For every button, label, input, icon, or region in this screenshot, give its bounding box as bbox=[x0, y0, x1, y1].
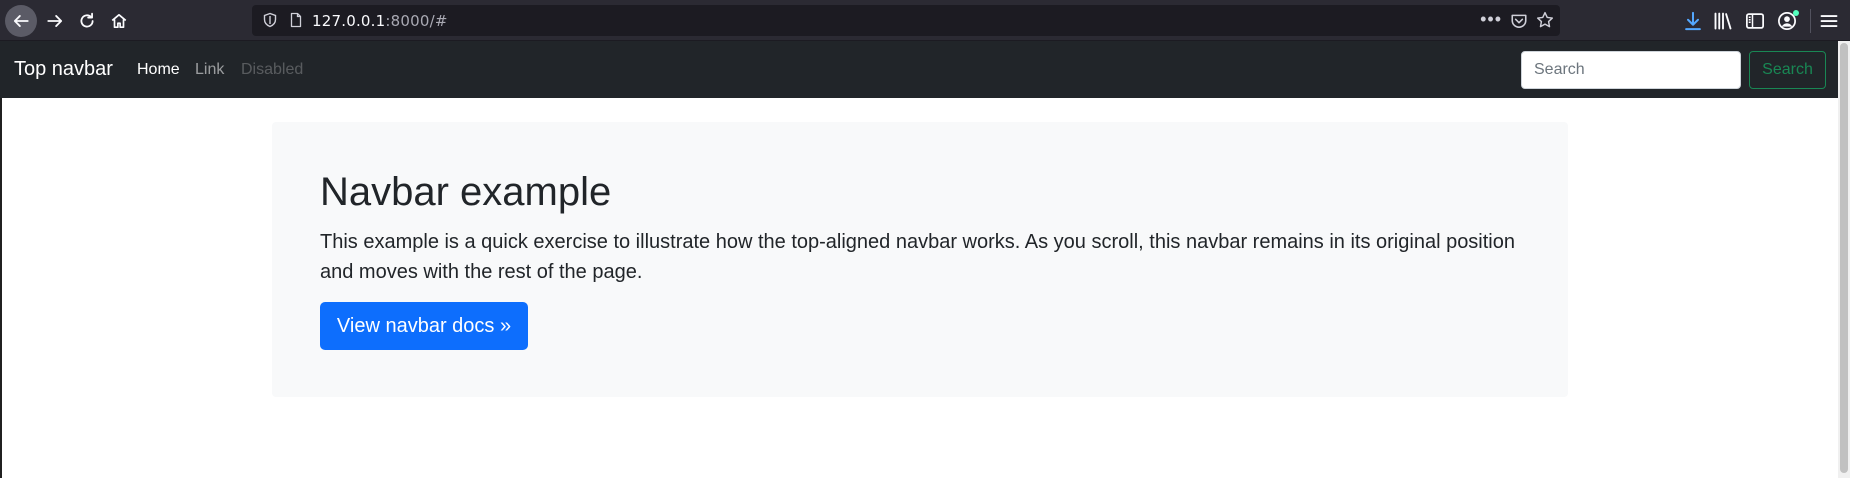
back-arrow-icon bbox=[13, 15, 29, 27]
search-input[interactable] bbox=[1521, 51, 1741, 89]
url-host: 127.0.0.1 bbox=[312, 12, 386, 30]
nav-link-disabled: Disabled bbox=[241, 61, 304, 78]
star-icon[interactable] bbox=[1536, 11, 1554, 29]
view-navbar-docs-button[interactable]: View navbar docs » bbox=[320, 302, 528, 350]
page-title: Navbar example bbox=[320, 170, 612, 214]
url-path: :8000/# bbox=[385, 12, 448, 30]
top-navbar: Top navbar Home Link Disabled Search bbox=[0, 41, 1838, 98]
url-bar[interactable]: 127.0.0.1:8000/# ••• bbox=[252, 5, 1560, 36]
lead-text: This example is a quick exercise to illu… bbox=[320, 231, 1515, 283]
scrollbar-thumb[interactable] bbox=[1840, 43, 1848, 473]
pocket-icon[interactable] bbox=[1510, 12, 1528, 30]
page-icon[interactable] bbox=[288, 12, 304, 28]
reload-icon bbox=[80, 12, 94, 28]
forward-arrow-icon bbox=[47, 15, 63, 27]
home-button[interactable] bbox=[103, 5, 135, 37]
nav-link-home[interactable]: Home bbox=[137, 61, 180, 79]
jumbotron: Navbar example This example is a quick e… bbox=[272, 122, 1568, 397]
library-icon[interactable] bbox=[1713, 11, 1733, 31]
hamburger-menu-icon[interactable] bbox=[1819, 11, 1839, 31]
back-button[interactable] bbox=[5, 5, 37, 37]
nav-link-link[interactable]: Link bbox=[195, 61, 224, 79]
download-icon[interactable] bbox=[1683, 11, 1703, 31]
window-left-border bbox=[0, 98, 2, 478]
home-icon bbox=[111, 13, 127, 29]
shield-icon[interactable] bbox=[262, 12, 278, 28]
vertical-scrollbar[interactable] bbox=[1838, 41, 1850, 478]
sidebar-icon[interactable] bbox=[1745, 11, 1765, 31]
navbar-brand[interactable]: Top navbar bbox=[14, 58, 113, 81]
toolbar-separator bbox=[1810, 9, 1811, 33]
page-actions-button[interactable]: ••• bbox=[1480, 9, 1502, 30]
url-text[interactable]: 127.0.0.1:8000/# bbox=[312, 12, 448, 30]
browser-toolbar: 127.0.0.1:8000/# ••• bbox=[0, 0, 1850, 41]
forward-button[interactable] bbox=[39, 5, 71, 37]
reload-button[interactable] bbox=[71, 5, 103, 37]
search-button[interactable]: Search bbox=[1749, 51, 1826, 89]
account-notification-badge bbox=[1793, 10, 1799, 16]
